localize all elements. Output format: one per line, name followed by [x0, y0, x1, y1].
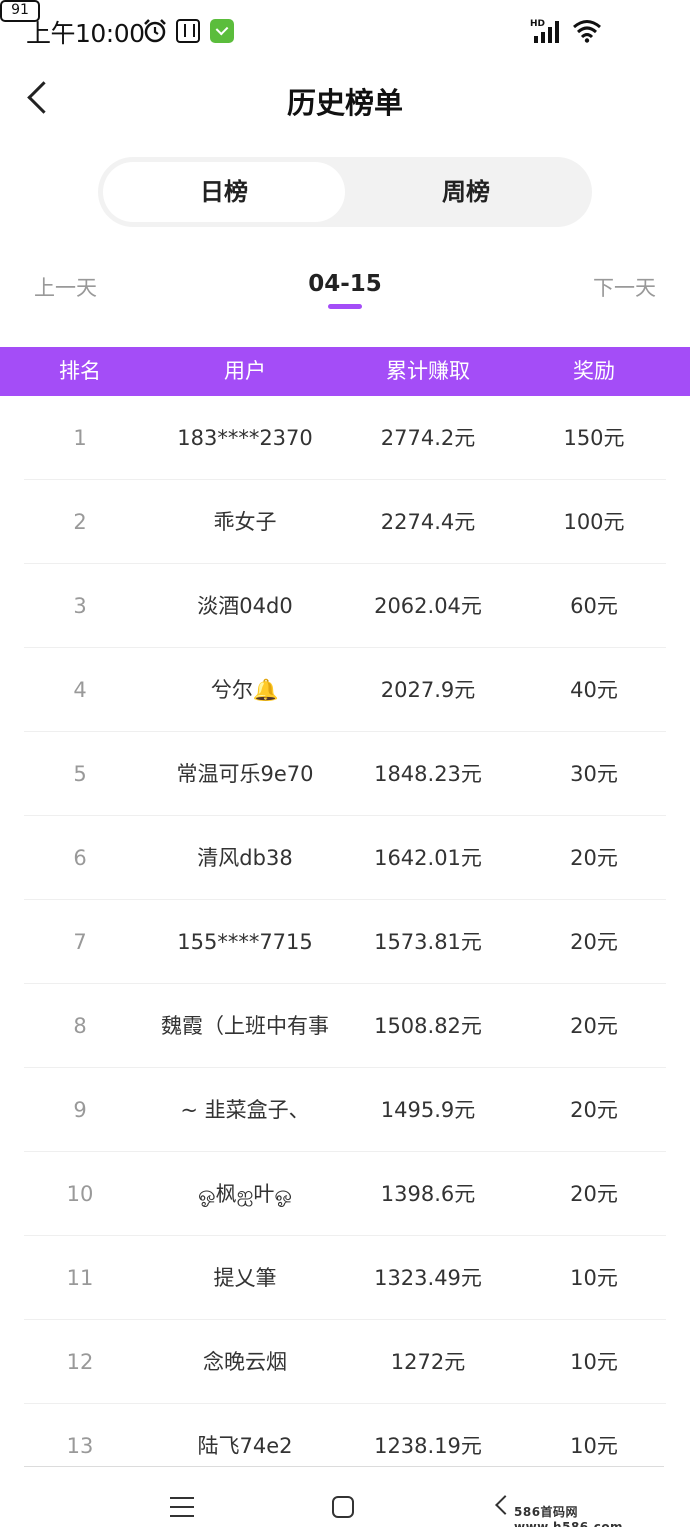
- earned-cell: 1398.6元: [380, 1182, 476, 1206]
- rank-cell: 4: [73, 678, 87, 702]
- header: 历史榜单: [0, 62, 690, 138]
- rank-cell: 1: [73, 426, 87, 450]
- alarm-icon: [144, 19, 166, 43]
- table-row: 4 兮尔🔔 2027.9元 40元: [0, 648, 690, 732]
- earned-cell: 1642.01元: [374, 846, 482, 870]
- home-icon[interactable]: [332, 1496, 354, 1518]
- reward-cell: 30元: [570, 762, 618, 786]
- rank-cell: 3: [73, 594, 87, 618]
- earned-cell: 2062.04元: [374, 594, 482, 618]
- next-day-button[interactable]: 下一天: [593, 272, 656, 302]
- table-row: 10 ஓ枫ஐ叶ஓ 1398.6元 20元: [0, 1152, 690, 1236]
- earned-cell: 1323.49元: [374, 1266, 482, 1290]
- user-cell: 常温可乐9e70: [176, 762, 314, 786]
- nfc-icon: [176, 19, 200, 43]
- current-date: 04-15: [308, 271, 382, 297]
- rank-cell: 2: [73, 510, 87, 534]
- nav-back-icon[interactable]: [495, 1495, 515, 1515]
- signal-icon: HD: [530, 19, 559, 43]
- user-cell: 提乂筆: [213, 1266, 277, 1290]
- ranking-list: 1 183****2370 2774.2元 150元 2 乖女子 2274.4元 100元 3 淡…: [0, 396, 690, 1488]
- earned-cell: 1508.82元: [374, 1014, 482, 1038]
- reward-cell: 20元: [570, 1182, 618, 1206]
- user-cell: 魏霞（上班中有事: [161, 1014, 329, 1038]
- user-cell: 乖女子: [213, 510, 277, 534]
- table-row: 6 清风db38 1642.01元 20元: [0, 816, 690, 900]
- user-cell: 183****2370: [177, 426, 313, 450]
- rank-cell: 7: [73, 930, 87, 954]
- earned-cell: 1848.23元: [374, 762, 482, 786]
- rank-cell: 10: [66, 1182, 94, 1206]
- reward-cell: 20元: [570, 930, 618, 954]
- ranking-tabs: 日榜 周榜: [98, 157, 592, 227]
- system-nav-bar: 586首码网 www.h586.com: [0, 1467, 690, 1527]
- table-row: 3 淡酒04d0 2062.04元 60元: [0, 564, 690, 648]
- reward-cell: 20元: [570, 846, 618, 870]
- header-earned: 累计赚取: [386, 359, 470, 383]
- earned-cell: 1272元: [390, 1350, 466, 1374]
- wifi-icon: [573, 20, 601, 43]
- rank-cell: 6: [73, 846, 87, 870]
- user-cell: 淡酒04d0: [197, 594, 293, 618]
- reward-cell: 60元: [570, 594, 618, 618]
- earned-cell: 2274.4元: [380, 510, 476, 534]
- rank-cell: 12: [66, 1350, 94, 1374]
- page-title: 历史榜单: [286, 86, 403, 120]
- user-cell: ஓ枫ஐ叶ஓ: [197, 1182, 293, 1206]
- tab-daily[interactable]: 日榜: [103, 162, 345, 222]
- date-navigator: 上一天 04-15 下一天: [0, 262, 690, 312]
- tab-weekly[interactable]: 周榜: [345, 162, 587, 222]
- table-row: 11 提乂筆 1323.49元 10元: [0, 1236, 690, 1320]
- header-reward: 奖励: [573, 359, 615, 383]
- user-cell: 兮尔🔔: [210, 678, 280, 702]
- status-bar: 上午10:00 HD 91: [0, 0, 690, 62]
- table-row: 5 常温可乐9e70 1848.23元 30元: [0, 732, 690, 816]
- earned-cell: 1495.9元: [380, 1098, 476, 1122]
- date-indicator: [328, 304, 362, 309]
- menu-icon[interactable]: [170, 1497, 194, 1517]
- table-row: 12 念晚云烟 1272元 10元: [0, 1320, 690, 1404]
- table-row: 7 155****7715 1573.81元 20元: [0, 900, 690, 984]
- reward-cell: 10元: [570, 1350, 618, 1374]
- download-icon: [210, 19, 234, 43]
- reward-cell: 20元: [570, 1098, 618, 1122]
- table-header: 排名 用户 累计赚取 奖励: [0, 347, 690, 396]
- rank-cell: 11: [66, 1266, 94, 1290]
- table-row: 2 乖女子 2274.4元 100元: [0, 480, 690, 564]
- table-row: 9 ~ 韭菜盒子、 1495.9元 20元: [0, 1068, 690, 1152]
- user-cell: 155****7715: [177, 930, 313, 954]
- table-row: 8 魏霞（上班中有事 1508.82元 20元: [0, 984, 690, 1068]
- user-cell: 念晚云烟: [203, 1350, 287, 1374]
- user-cell: ~ 韭菜盒子、: [180, 1098, 310, 1122]
- status-time: 上午10:00: [26, 19, 145, 48]
- rank-cell: 9: [73, 1098, 87, 1122]
- reward-cell: 40元: [570, 678, 618, 702]
- reward-cell: 150元: [563, 426, 625, 450]
- svg-text:HD: HD: [530, 19, 545, 29]
- earned-cell: 2774.2元: [380, 426, 476, 450]
- header-user: 用户: [224, 359, 266, 383]
- earned-cell: 1573.81元: [374, 930, 482, 954]
- earned-cell: 2027.9元: [380, 678, 476, 702]
- reward-cell: 20元: [570, 1014, 618, 1038]
- rank-cell: 8: [73, 1014, 87, 1038]
- reward-cell: 10元: [570, 1266, 618, 1290]
- user-cell: 清风db38: [197, 846, 293, 870]
- header-rank: 排名: [59, 359, 101, 383]
- watermark: 586首码网 www.h586.com: [514, 1505, 624, 1527]
- reward-cell: 100元: [563, 510, 625, 534]
- table-row: 1 183****2370 2774.2元 150元: [0, 396, 690, 480]
- rank-cell: 5: [73, 762, 87, 786]
